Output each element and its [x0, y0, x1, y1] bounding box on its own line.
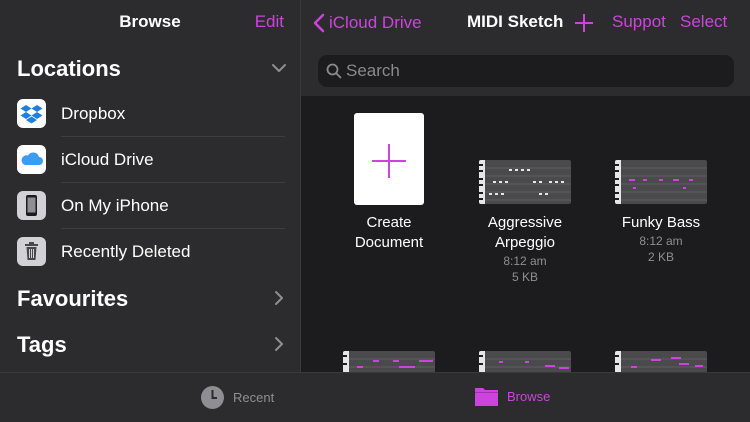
- document-thumbnail[interactable]: [615, 351, 707, 373]
- tags-section-header[interactable]: Tags: [17, 330, 287, 360]
- folder-icon: [475, 388, 498, 406]
- tags-heading: Tags: [17, 332, 67, 357]
- tab-recent[interactable]: Recent: [200, 385, 274, 410]
- edit-button[interactable]: Edit: [255, 12, 284, 32]
- document-name-line: Funky Bass: [621, 214, 701, 231]
- sidebar-item-dropbox[interactable]: Dropbox: [17, 91, 285, 137]
- document-thumbnail-funky-bass[interactable]: [615, 160, 707, 204]
- document-size: 2 KB: [647, 250, 674, 264]
- sidebar-item-label: On My iPhone: [61, 196, 169, 215]
- chevron-right-icon: [275, 291, 283, 305]
- trash-icon: [17, 237, 46, 266]
- document-item[interactable]: Aggressive Arpeggio 8:12 am 5 KB: [465, 213, 585, 285]
- document-time: 8:12 am: [503, 254, 547, 268]
- tab-label: Recent: [233, 390, 275, 405]
- support-button[interactable]: Suppot: [612, 12, 666, 32]
- favourites-section-header[interactable]: Favourites: [17, 284, 287, 314]
- clock-icon: [201, 386, 224, 409]
- tab-label: Browse: [507, 388, 551, 404]
- add-icon[interactable]: [573, 12, 595, 34]
- document-thumbnail-aggressive-arpeggio[interactable]: [479, 160, 571, 204]
- select-button[interactable]: Select: [680, 12, 727, 32]
- page-title: MIDI Sketch: [467, 12, 564, 31]
- navigation-bar: iCloud Drive MIDI Sketch Suppot Select: [301, 0, 750, 96]
- document-name-line: Aggressive: [487, 214, 563, 231]
- sidebar-item-recently-deleted[interactable]: Recently Deleted: [17, 229, 285, 275]
- create-document-button[interactable]: [354, 113, 424, 205]
- plus-icon: [372, 144, 406, 178]
- back-button[interactable]: iCloud Drive: [313, 12, 422, 34]
- search-icon: [326, 63, 342, 79]
- chevron-right-icon: [275, 337, 283, 351]
- tab-browse[interactable]: Browse: [474, 385, 550, 407]
- document-name-line: Create: [366, 214, 412, 231]
- document-thumbnail[interactable]: [343, 351, 435, 373]
- document-thumbnail[interactable]: [479, 351, 571, 373]
- dropbox-icon: [17, 99, 46, 128]
- sidebar-item-label: Dropbox: [61, 104, 126, 123]
- create-document-label: Create Document: [329, 213, 449, 253]
- sidebar-item-label: Recently Deleted: [61, 242, 191, 261]
- sidebar-item-label: iCloud Drive: [61, 150, 154, 169]
- locations-heading: Locations: [17, 56, 121, 81]
- sidebar-item-on-my-iphone[interactable]: On My iPhone: [17, 183, 285, 229]
- chevron-down-icon: [272, 64, 286, 72]
- search-bar[interactable]: [318, 55, 734, 87]
- back-button-label: iCloud Drive: [329, 13, 422, 32]
- sidebar: Browse Edit Locations Dropbox iCloud Dri…: [0, 0, 300, 372]
- document-size: 5 KB: [511, 270, 538, 284]
- iphone-icon: [17, 191, 46, 220]
- document-name-line: Arpeggio: [494, 234, 556, 251]
- tab-bar: Recent Browse: [0, 372, 750, 422]
- sidebar-item-icloud-drive[interactable]: iCloud Drive: [17, 137, 285, 183]
- document-item[interactable]: Funky Bass 8:12 am 2 KB: [601, 213, 721, 265]
- favourites-heading: Favourites: [17, 286, 129, 311]
- sidebar-header: Browse Edit: [0, 0, 300, 46]
- search-input[interactable]: [346, 55, 726, 87]
- locations-section-header[interactable]: Locations: [17, 54, 287, 84]
- document-name-line: Document: [354, 234, 424, 251]
- chevron-left-icon: [313, 13, 325, 33]
- icloud-icon: [17, 145, 46, 174]
- document-time: 8:12 am: [639, 234, 683, 248]
